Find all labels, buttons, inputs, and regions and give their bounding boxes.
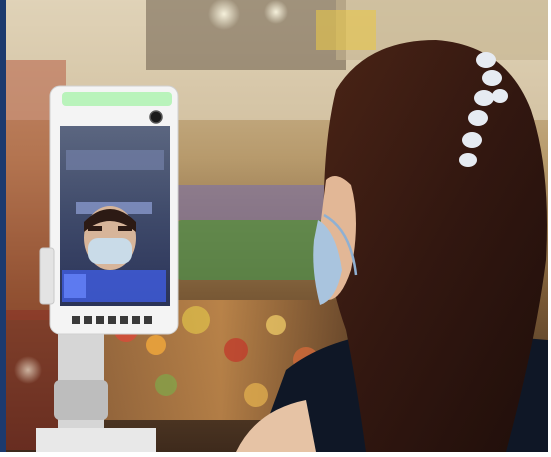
camera-lens <box>149 110 163 124</box>
photo-frame <box>0 0 551 457</box>
hair <box>323 40 547 452</box>
left-border-bar <box>0 0 6 457</box>
device-button-row <box>72 316 152 324</box>
photo-illustration <box>6 0 548 452</box>
green-sign <box>176 220 326 280</box>
bottom-margin <box>0 452 551 457</box>
photo <box>6 0 548 452</box>
screen-face-mask <box>88 238 132 264</box>
